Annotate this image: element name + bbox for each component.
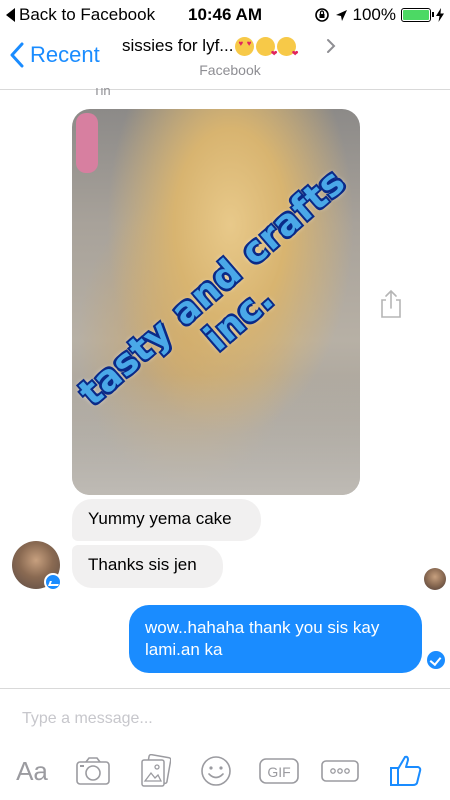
emoji-button[interactable] (199, 751, 233, 791)
incoming-message[interactable]: Yummy yema cake (72, 499, 261, 541)
photo-spoon (76, 113, 98, 173)
location-icon (335, 9, 347, 21)
conversation-header: Recent sissies for lyf... Facebook (0, 30, 450, 90)
battery-percent: 100% (352, 5, 396, 24)
status-bar: Back to Facebook 10:46 AM 100% (0, 0, 450, 30)
camera-button[interactable] (74, 751, 112, 791)
text-format-button[interactable]: Aa (14, 751, 50, 791)
emoji-icon (201, 756, 231, 786)
outgoing-message[interactable]: wow..hahaha thank you sis kay lami.an ka (129, 605, 422, 673)
kiss-emoji-icon (277, 36, 298, 58)
seen-avatar (424, 568, 446, 590)
back-triangle-icon (6, 8, 15, 22)
camera-icon (76, 757, 110, 785)
lock-rotation-icon (314, 8, 329, 22)
composer: Aa (0, 688, 450, 800)
back-to-facebook-link[interactable]: Back to Facebook (6, 5, 155, 25)
sender-name: Tin (93, 88, 111, 98)
back-to-facebook-label: Back to Facebook (19, 5, 156, 24)
message-input[interactable] (22, 707, 422, 731)
delivered-check-icon (427, 651, 445, 669)
status-indicators: 100% (314, 5, 444, 25)
battery-icon (401, 8, 434, 22)
composer-toolbar: Aa GIF (0, 751, 450, 791)
conversation-name: sissies for lyf... (122, 36, 234, 55)
gif-icon: GIF (259, 758, 299, 784)
messenger-badge-icon (44, 573, 62, 591)
incoming-message[interactable]: Thanks sis jen (72, 545, 223, 588)
share-icon[interactable] (379, 289, 403, 319)
gif-label: GIF (267, 764, 290, 780)
conversation-title[interactable]: sissies for lyf... (122, 36, 298, 58)
chevron-right-icon[interactable] (326, 38, 336, 54)
conversation-subtitle: Facebook (199, 62, 261, 78)
kiss-emoji-icon (256, 36, 277, 58)
more-icon (321, 760, 359, 782)
more-button[interactable] (321, 751, 359, 791)
heart-eyes-emoji-icon (235, 36, 255, 56)
like-icon (390, 755, 422, 786)
like-button[interactable] (388, 751, 424, 791)
gallery-icon (141, 754, 171, 787)
charging-icon (436, 8, 444, 22)
gallery-button[interactable] (138, 751, 172, 791)
gif-button[interactable]: GIF (259, 751, 299, 791)
